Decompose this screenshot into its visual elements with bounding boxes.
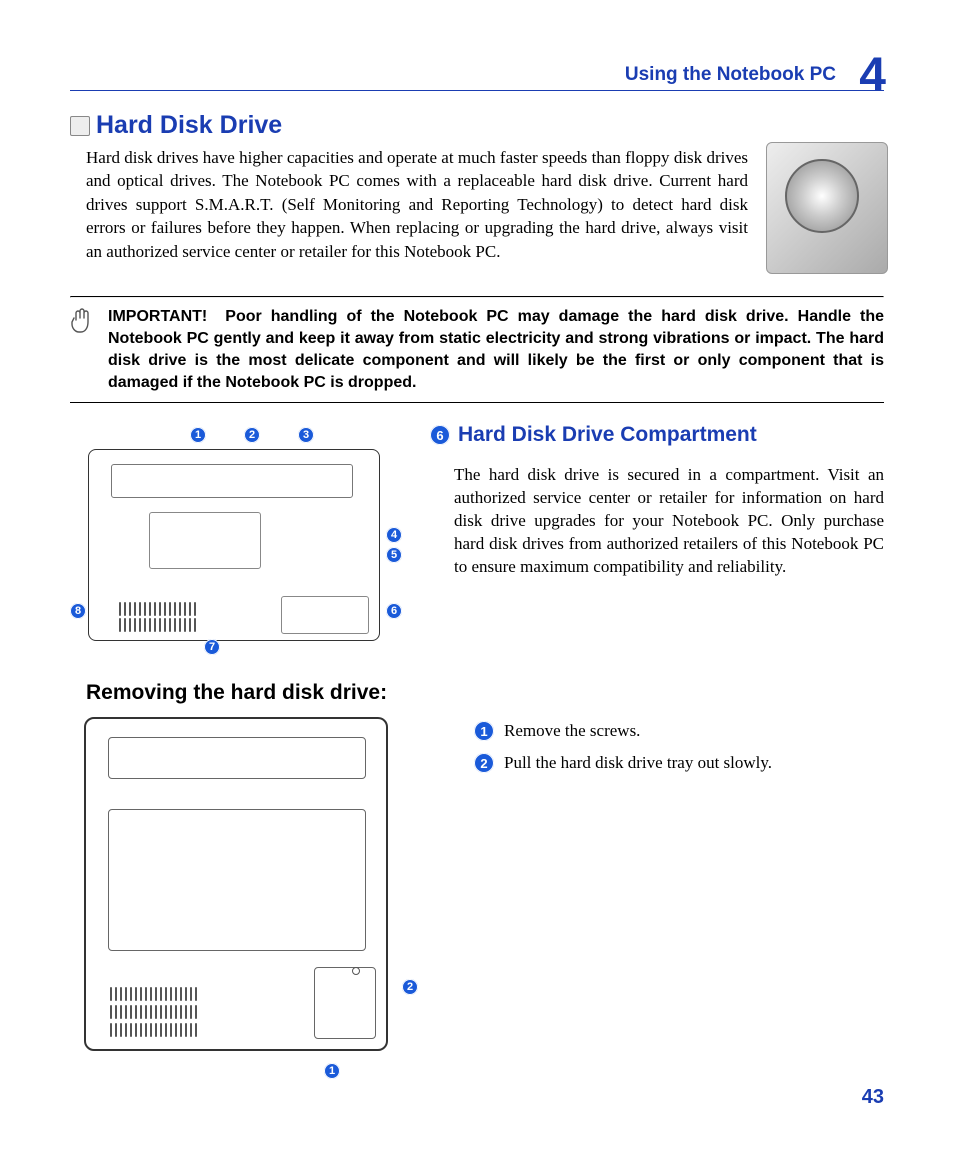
page-header: Using the Notebook PC 4 bbox=[70, 50, 884, 91]
compartment-callout: 6 bbox=[430, 425, 450, 445]
chapter-number: 4 bbox=[859, 52, 886, 100]
compartment-title: Hard Disk Drive Compartment bbox=[458, 423, 757, 447]
callout-2: 2 bbox=[244, 427, 260, 443]
compartment-heading: 6 Hard Disk Drive Compartment bbox=[430, 423, 884, 447]
callout-8: 8 bbox=[70, 603, 86, 619]
removal-heading: Removing the hard disk drive: bbox=[86, 681, 884, 705]
diagram-removal: 1 2 bbox=[84, 717, 424, 1077]
step-1-num: 1 bbox=[474, 721, 494, 741]
section-heading: Hard Disk Drive bbox=[70, 111, 884, 140]
removal-callout-2: 2 bbox=[402, 979, 418, 995]
intro-text: Hard disk drives have higher capacities … bbox=[86, 146, 884, 263]
hand-stop-icon bbox=[70, 308, 94, 336]
section-heading-text: Hard Disk Drive bbox=[96, 111, 282, 140]
page-number: 43 bbox=[862, 1086, 884, 1109]
callout-5: 5 bbox=[386, 547, 402, 563]
compartment-text: The hard disk drive is secured in a comp… bbox=[454, 464, 884, 579]
removal-callout-1: 1 bbox=[324, 1063, 340, 1079]
callout-1: 1 bbox=[190, 427, 206, 443]
diagram-bottom-overview: 1 2 3 4 5 6 7 8 bbox=[70, 423, 406, 653]
intro-block: Hard disk drives have higher capacities … bbox=[86, 146, 884, 278]
step-2: 2 Pull the hard disk drive tray out slow… bbox=[474, 753, 884, 773]
header-title: Using the Notebook PC bbox=[625, 64, 836, 86]
important-note: IMPORTANT! Poor handling of the Notebook… bbox=[70, 298, 884, 403]
removal-steps: 1 Remove the screws. 2 Pull the hard dis… bbox=[474, 717, 884, 1077]
important-text: IMPORTANT! Poor handling of the Notebook… bbox=[108, 306, 884, 394]
callout-3: 3 bbox=[298, 427, 314, 443]
step-1: 1 Remove the screws. bbox=[474, 721, 884, 741]
important-label: IMPORTANT! bbox=[108, 308, 207, 325]
important-body: Poor handling of the Notebook PC may dam… bbox=[108, 308, 884, 391]
step-1-text: Remove the screws. bbox=[504, 721, 640, 741]
callout-4: 4 bbox=[386, 527, 402, 543]
callout-6: 6 bbox=[386, 603, 402, 619]
callout-7: 7 bbox=[204, 639, 220, 655]
hdd-photo bbox=[766, 142, 888, 274]
step-2-text: Pull the hard disk drive tray out slowly… bbox=[504, 753, 772, 773]
hdd-icon bbox=[70, 116, 90, 136]
step-2-num: 2 bbox=[474, 753, 494, 773]
